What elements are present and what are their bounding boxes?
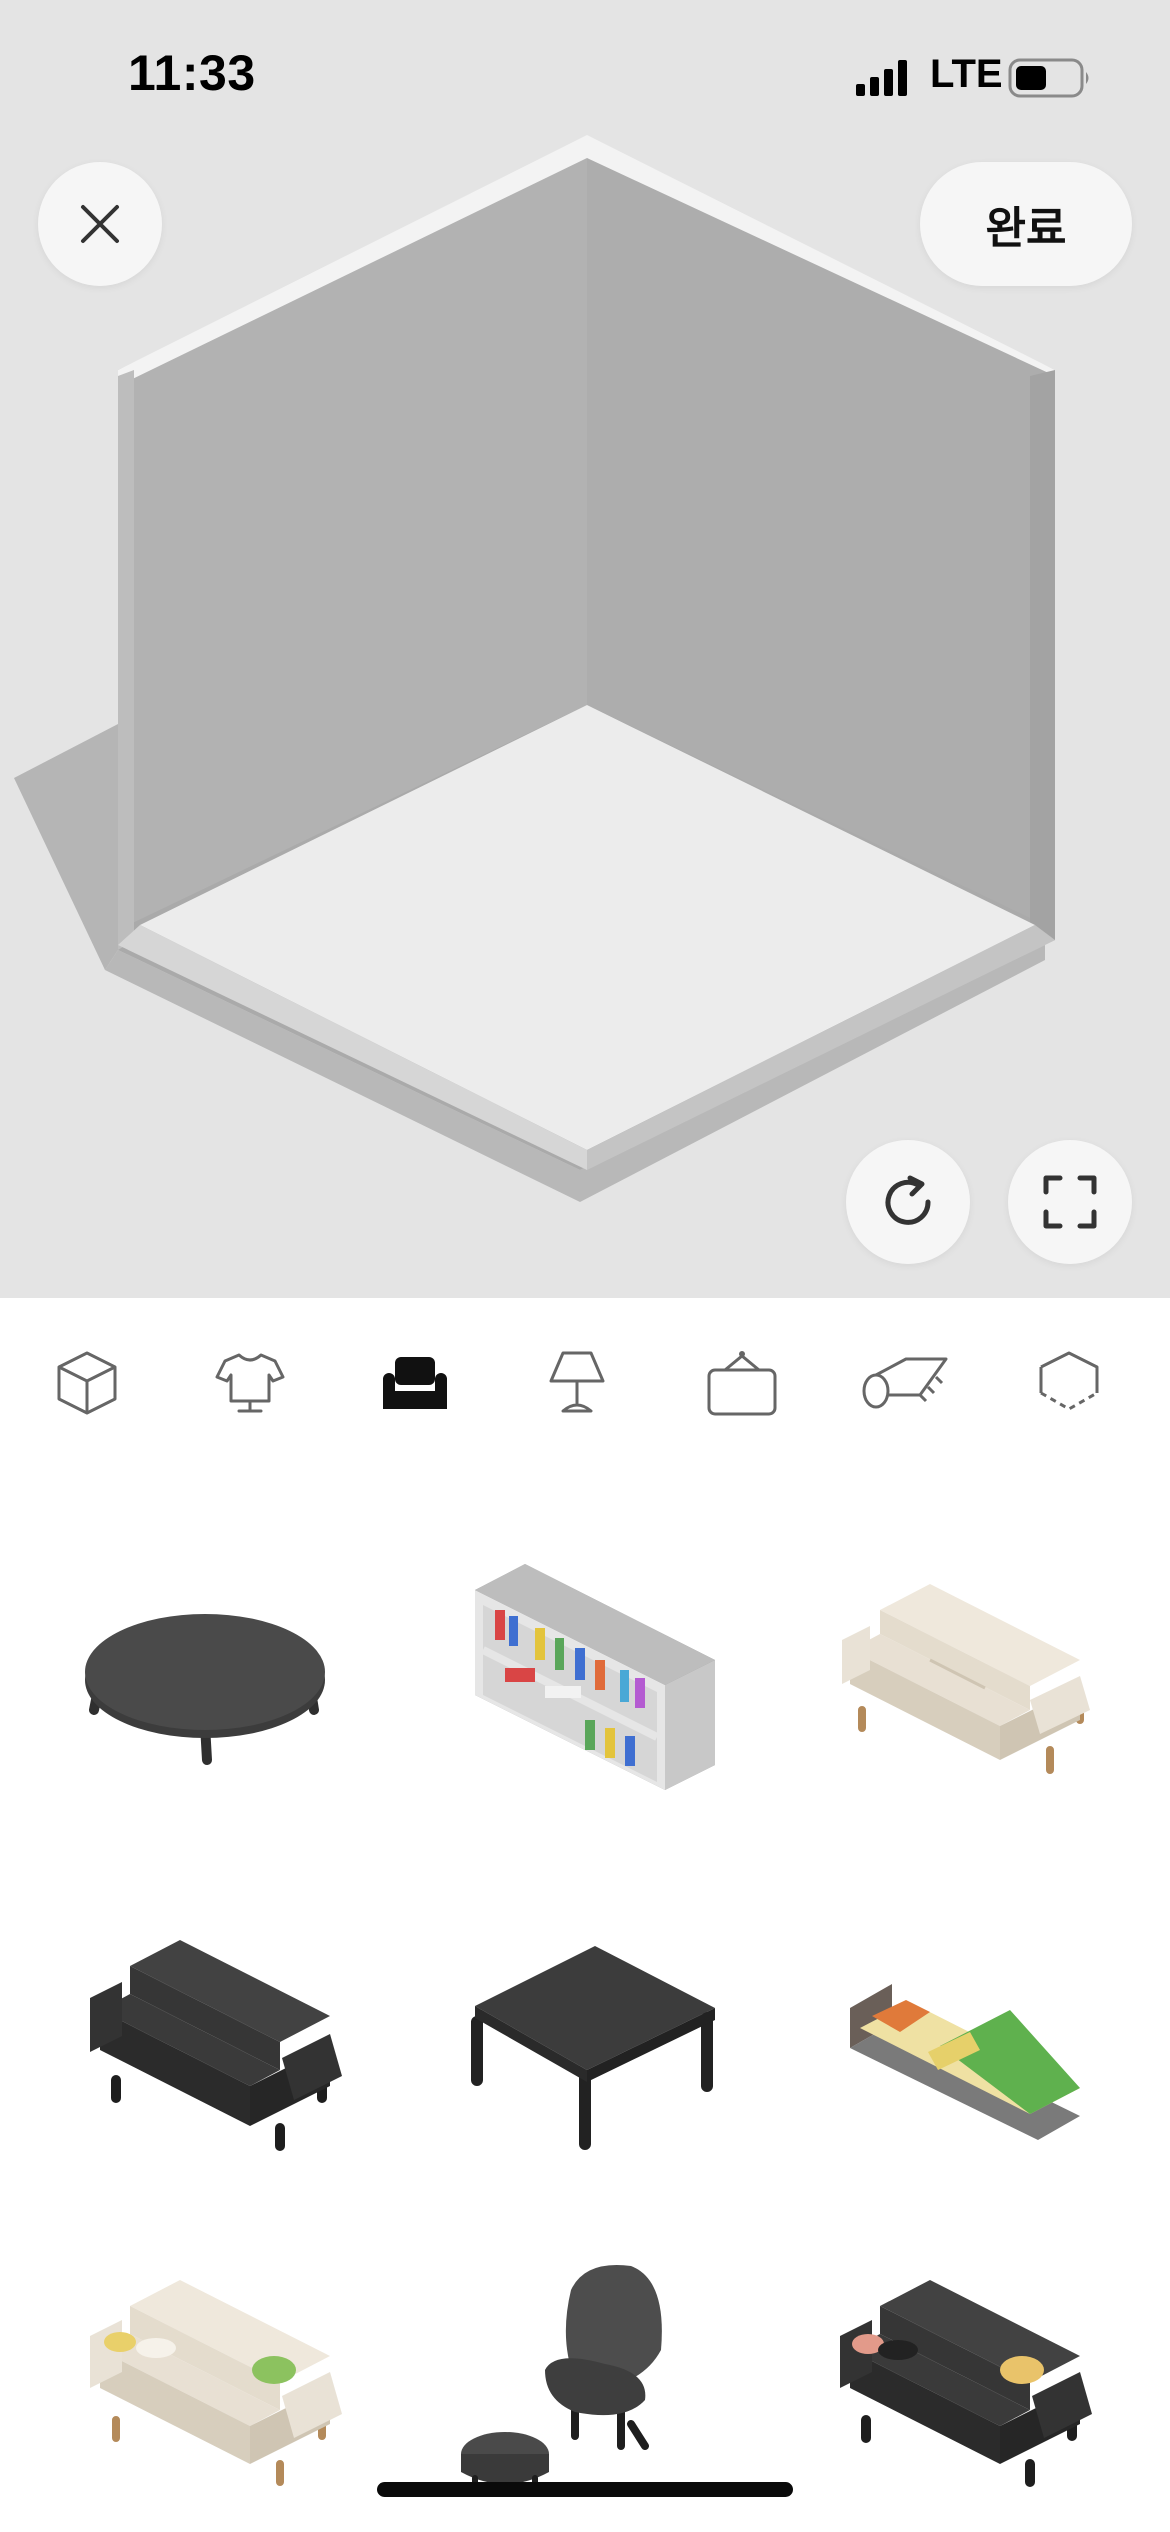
item-sofa-black-cushions[interactable] [800, 2230, 1120, 2530]
fullscreen-button[interactable] [1008, 1140, 1132, 1264]
done-button[interactable]: 완료 [920, 162, 1132, 286]
close-button[interactable] [38, 162, 162, 286]
status-bar: 11:33 LTE [0, 0, 1170, 150]
wall-frame-icon [707, 1351, 777, 1416]
refresh-icon [885, 1175, 931, 1225]
shirt-on-hanger-icon [215, 1353, 285, 1413]
home-indicator[interactable] [377, 2482, 793, 2497]
tab-rugs[interactable] [860, 1338, 950, 1428]
room-viewport[interactable]: 11:33 LTE 완료 [0, 0, 1170, 1298]
battery-icon [1008, 58, 1089, 98]
furniture-grid [0, 1470, 1170, 2532]
floor-tile-icon [1039, 1351, 1099, 1411]
item-table-dark[interactable] [425, 1890, 745, 2190]
tab-objects[interactable] [42, 1338, 132, 1428]
item-sofa-black[interactable] [50, 1890, 370, 2190]
tab-floor[interactable] [1024, 1338, 1114, 1428]
tab-clothing[interactable] [205, 1338, 295, 1428]
item-bookshelf[interactable] [425, 1530, 745, 1830]
armchair-icon [383, 1357, 447, 1409]
signal-icon [856, 60, 907, 96]
network-type: LTE [930, 52, 1003, 96]
rug-roll-icon [862, 1357, 948, 1409]
lamp-icon [549, 1351, 605, 1413]
status-time: 11:33 [128, 45, 256, 101]
item-sofa-cream-cushions[interactable] [50, 2230, 370, 2530]
reset-view-button[interactable] [846, 1140, 970, 1264]
close-icon [81, 205, 119, 243]
cube-icon [57, 1351, 117, 1415]
item-sofa-cream[interactable] [800, 1530, 1120, 1830]
category-tab-bar [0, 1298, 1170, 1458]
tab-wall-decor[interactable] [697, 1338, 787, 1428]
item-bed[interactable] [800, 1890, 1120, 2190]
tab-furniture[interactable] [370, 1338, 460, 1428]
tab-lighting[interactable] [532, 1338, 622, 1428]
item-oval-coffee-table[interactable] [50, 1530, 370, 1830]
fullscreen-icon [1043, 1175, 1097, 1229]
